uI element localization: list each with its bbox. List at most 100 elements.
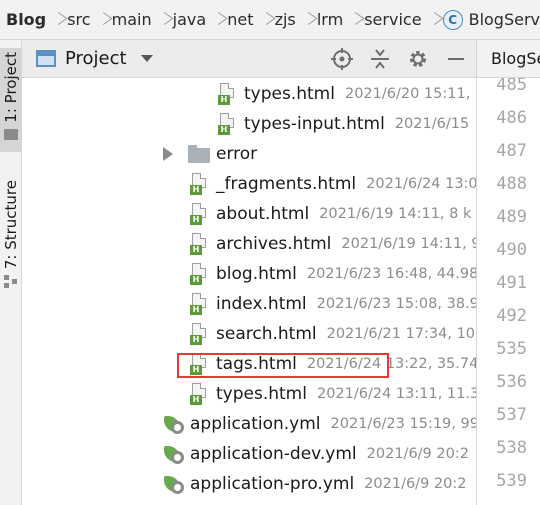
navigation-breadcrumb: Blog src main java net zjs lrm service C…	[0, 0, 540, 40]
breadcrumb-net[interactable]: net	[227, 10, 253, 29]
tree-item[interactable]: application-dev.yml 2021/6/9 20:2	[22, 439, 476, 469]
html-file-icon: H	[188, 383, 210, 405]
html-file-icon: H	[188, 263, 210, 285]
folder-icon	[4, 128, 18, 140]
file-meta: 2021/6/9 20:2	[364, 476, 467, 492]
chevron-right-icon	[215, 12, 219, 28]
tree-item[interactable]: H types.html 2021/6/24 13:11, 11.3	[22, 379, 476, 409]
chevron-right-icon	[352, 12, 356, 28]
breadcrumb-service[interactable]: service	[364, 10, 421, 29]
tree-item[interactable]: H about.html 2021/6/19 14:11, 8 k	[22, 199, 476, 229]
line-number: 488	[496, 174, 527, 194]
chevron-right-icon	[431, 12, 435, 28]
tree-item[interactable]: application-pro.yml 2021/6/9 20:2	[22, 469, 476, 499]
structure-tool-label: 7: Structure	[2, 180, 20, 270]
tree-item[interactable]: H archives.html 2021/6/19 14:11, 9	[22, 229, 476, 259]
tree-item[interactable]: H types-input.html 2021/6/15	[22, 109, 476, 139]
locate-icon[interactable]	[330, 47, 354, 71]
editor-line-gutter: 485 486 487 488 489 490 491 492 535 536 …	[477, 78, 540, 505]
line-number: 492	[496, 306, 527, 326]
breadcrumb-current-label: BlogServ	[468, 10, 540, 29]
file-name: about.html	[216, 204, 310, 224]
breadcrumb-src[interactable]: src	[67, 10, 90, 29]
tree-item[interactable]: H blog.html 2021/6/23 16:48, 44.98	[22, 259, 476, 289]
line-number: 490	[496, 240, 527, 260]
line-number: 486	[496, 108, 527, 128]
project-panel-header: Project	[22, 40, 476, 78]
chevron-right-icon	[161, 12, 165, 28]
file-name: search.html	[216, 324, 317, 344]
file-name: types.html	[244, 84, 335, 104]
java-class-icon: C	[442, 9, 463, 30]
file-name: types.html	[216, 384, 307, 404]
file-meta: 2021/6/20 15:11,	[344, 86, 471, 102]
tree-folder-item[interactable]: error	[22, 139, 476, 169]
line-number: 538	[496, 438, 527, 458]
breadcrumb-project[interactable]: Blog	[6, 10, 46, 29]
line-number: 537	[496, 405, 527, 425]
file-name: application-pro.yml	[190, 474, 355, 494]
breadcrumb-current-class[interactable]: C BlogServ	[442, 9, 540, 30]
file-name: application-dev.yml	[190, 444, 357, 464]
tool-window-strip: 1: Project 7: Structure	[0, 40, 22, 505]
line-number: 485	[496, 78, 527, 95]
chevron-right-icon	[263, 12, 267, 28]
yaml-file-icon	[162, 443, 186, 465]
highlight-annotation-box	[177, 353, 389, 378]
html-file-icon: H	[188, 323, 210, 345]
file-meta: 2021/6/24 13:0	[366, 176, 476, 192]
chevron-right-icon	[100, 12, 104, 28]
project-tool-label: 1: Project	[2, 52, 20, 123]
tree-item[interactable]: H index.html 2021/6/23 15:08, 38.9	[22, 289, 476, 319]
tree-item[interactable]: application.yml 2021/6/23 15:19, 99	[22, 409, 476, 439]
breadcrumb-java[interactable]: java	[173, 10, 207, 29]
project-tool-button[interactable]: 1: Project	[0, 48, 22, 152]
file-name: _fragments.html	[216, 174, 357, 194]
html-file-icon: H	[216, 113, 238, 135]
folder-name: error	[216, 144, 258, 164]
line-number: 491	[496, 273, 527, 293]
file-name: types-input.html	[244, 114, 385, 134]
tree-item[interactable]: H types.html 2021/6/20 15:11,	[22, 79, 476, 109]
structure-tool-button[interactable]: 7: Structure	[0, 180, 22, 300]
yaml-file-icon	[162, 413, 186, 435]
file-name: index.html	[216, 294, 307, 314]
html-file-icon: H	[188, 293, 210, 315]
file-meta: 2021/6/21 17:34, 10	[326, 326, 476, 342]
html-file-icon: H	[188, 203, 210, 225]
html-file-icon: H	[188, 233, 210, 255]
html-file-icon: H	[216, 83, 238, 105]
project-file-tree: H types.html 2021/6/20 15:11, H types-in…	[22, 78, 476, 505]
file-meta: 2021/6/19 14:11, 8 k	[319, 206, 472, 222]
collapse-all-icon[interactable]	[368, 47, 392, 71]
expand-arrow-icon[interactable]	[163, 147, 173, 161]
file-name: archives.html	[216, 234, 332, 254]
line-number: 539	[496, 471, 527, 491]
structure-icon	[4, 275, 18, 289]
file-name: blog.html	[216, 264, 297, 284]
file-meta: 2021/6/23 15:08, 38.9	[316, 296, 476, 312]
breadcrumb-main[interactable]: main	[112, 10, 152, 29]
minimize-icon[interactable]	[444, 47, 468, 71]
breadcrumb-lrm[interactable]: lrm	[317, 10, 343, 29]
gear-icon[interactable]	[406, 47, 430, 71]
file-meta: 2021/6/19 14:11, 9	[341, 236, 476, 252]
chevron-right-icon	[305, 12, 309, 28]
file-meta: 2021/6/23 16:48, 44.98	[306, 266, 476, 282]
project-window-icon	[36, 50, 56, 67]
file-meta: 2021/6/15	[394, 116, 470, 132]
line-number: 487	[496, 141, 527, 161]
breadcrumb-zjs[interactable]: zjs	[275, 10, 296, 29]
editor-tab-label: BlogSe	[491, 49, 540, 68]
dropdown-arrow-icon[interactable]	[140, 55, 153, 62]
editor-tab[interactable]: BlogSe	[477, 40, 540, 78]
file-meta: 2021/6/24 13:11, 11.3	[316, 386, 476, 402]
file-meta: 2021/6/9 20:2	[366, 446, 469, 462]
file-meta: 2021/6/23 15:19, 99	[330, 416, 476, 432]
yaml-file-icon	[162, 473, 186, 495]
panel-title[interactable]: Project	[65, 48, 127, 69]
line-number: 535	[496, 339, 527, 359]
tree-item[interactable]: H search.html 2021/6/21 17:34, 10	[22, 319, 476, 349]
tree-item[interactable]: H _fragments.html 2021/6/24 13:0	[22, 169, 476, 199]
line-number: 536	[496, 372, 527, 392]
